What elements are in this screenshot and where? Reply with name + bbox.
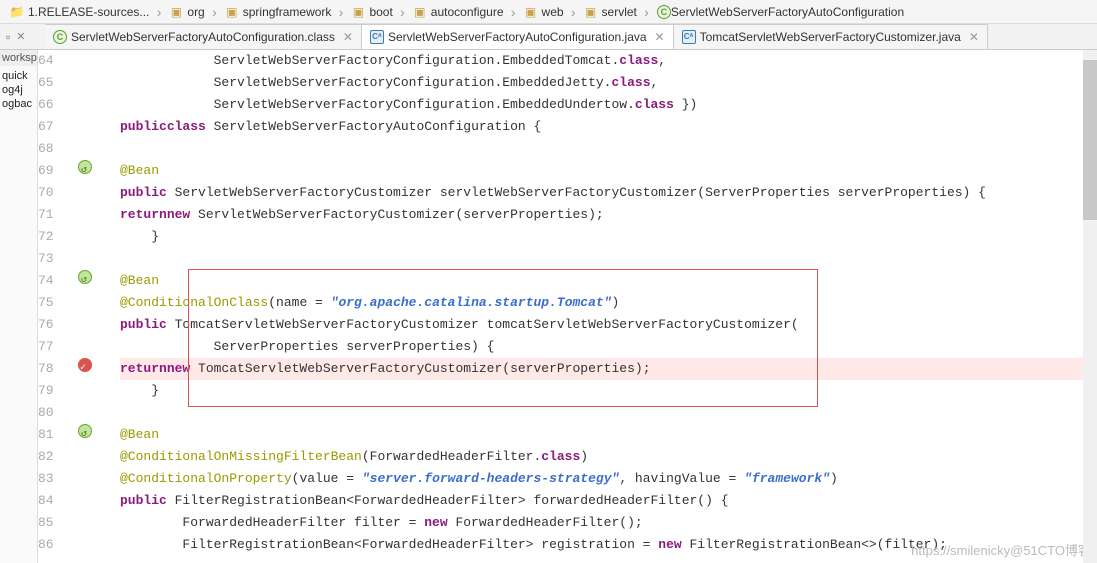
editor-tabs: C ServletWebServerFactoryAutoConfiguratio…: [45, 24, 988, 49]
breadcrumb-item[interactable]: ▣ boot: [345, 3, 406, 21]
breadcrumb-item[interactable]: ▣ springframework: [219, 3, 346, 21]
code-line[interactable]: ServletWebServerFactoryConfiguration.Emb…: [120, 50, 1097, 72]
code-line[interactable]: public FilterRegistrationBean<ForwardedH…: [120, 490, 1097, 512]
code-line[interactable]: public TomcatServletWebServerFactoryCust…: [120, 314, 1097, 336]
watermark-text: https://smilenicky@51CTO博客: [911, 540, 1091, 559]
editor-tab[interactable]: Cᴬ ServletWebServerFactoryAutoConfigurati…: [362, 24, 674, 49]
breadcrumb-label: ServletWebServerFactoryAutoConfiguration: [671, 5, 904, 19]
folder-icon: 📁: [10, 5, 24, 19]
code-line[interactable]: ServletWebServerFactoryConfiguration.Emb…: [120, 94, 1097, 116]
breadcrumb-item[interactable]: 📁 1.RELEASE-sources...: [4, 3, 163, 21]
class-icon: C: [53, 30, 67, 44]
scroll-thumb[interactable]: [1083, 60, 1097, 220]
package-icon: ▣: [351, 5, 365, 19]
breadcrumb-item[interactable]: ▣ web: [518, 3, 578, 21]
breadcrumb-label: autoconfigure: [431, 5, 504, 19]
code-line[interactable]: }: [120, 226, 1097, 248]
code-line[interactable]: }: [120, 380, 1097, 402]
sidebar-header: workspa: [0, 50, 37, 66]
code-line[interactable]: @ConditionalOnProperty(value = "server.f…: [120, 468, 1097, 490]
package-icon: ▣: [413, 5, 427, 19]
code-line[interactable]: ServletWebServerFactoryConfiguration.Emb…: [120, 72, 1097, 94]
code-column[interactable]: ServletWebServerFactoryConfiguration.Emb…: [120, 50, 1097, 563]
code-line[interactable]: [120, 248, 1097, 270]
breadcrumb-label: servlet: [602, 5, 637, 19]
gutter-markers: [72, 50, 120, 563]
code-line[interactable]: @Bean: [120, 270, 1097, 292]
gutter-line-numbers: 6465666768697071727374757677787980818283…: [38, 50, 72, 563]
code-line[interactable]: @ConditionalOnMissingFilterBean(Forwarde…: [120, 446, 1097, 468]
sidebar-item[interactable]: og4j: [2, 84, 35, 96]
package-icon: ▣: [524, 5, 538, 19]
close-tab-icon[interactable]: ✕: [655, 30, 665, 44]
tab-label: ServletWebServerFactoryAutoConfiguration…: [388, 30, 647, 44]
code-line[interactable]: @Bean: [120, 424, 1097, 446]
java-file-icon: Cᴬ: [370, 30, 384, 44]
main-area: workspa quick og4j ogbac 64656667686970717…: [0, 50, 1097, 563]
breadcrumb-label: web: [542, 5, 564, 19]
editor-tabs-row: ▫ ✕ C ServletWebServerFactoryAutoConfigur…: [0, 24, 1097, 50]
class-icon: C: [657, 5, 671, 19]
error-marker-icon[interactable]: [78, 358, 92, 372]
java-file-icon: Cᴬ: [682, 30, 696, 44]
code-line[interactable]: [120, 402, 1097, 424]
editor-tab[interactable]: Cᴬ TomcatServletWebServerFactoryCustomize…: [674, 24, 988, 49]
project-sidebar[interactable]: workspa quick og4j ogbac: [0, 50, 38, 563]
code-line[interactable]: return new TomcatServletWebServerFactory…: [120, 358, 1097, 380]
breadcrumb-item[interactable]: ▣ org: [163, 3, 218, 21]
package-icon: ▣: [584, 5, 598, 19]
code-editor[interactable]: 6465666768697071727374757677787980818283…: [38, 50, 1097, 563]
sidebar-items: quick og4j ogbac: [0, 66, 37, 114]
sidebar-item[interactable]: quick: [2, 70, 35, 82]
code-line[interactable]: [120, 138, 1097, 160]
package-icon: ▣: [169, 5, 183, 19]
code-line[interactable]: @Bean: [120, 160, 1097, 182]
tab-label: ServletWebServerFactoryAutoConfiguration…: [71, 30, 335, 44]
pin-icon[interactable]: ▫: [6, 30, 10, 44]
code-line[interactable]: ServerProperties serverProperties) {: [120, 336, 1097, 358]
bean-marker-icon[interactable]: [78, 424, 92, 438]
breadcrumb-label: 1.RELEASE-sources...: [28, 5, 149, 19]
code-line[interactable]: @ConditionalOnClass(name = "org.apache.c…: [120, 292, 1097, 314]
code-line[interactable]: public ServletWebServerFactoryCustomizer…: [120, 182, 1097, 204]
vertical-scrollbar[interactable]: [1083, 50, 1097, 563]
breadcrumb-label: org: [187, 5, 204, 19]
close-tab-icon[interactable]: ✕: [343, 30, 353, 44]
breadcrumb-item[interactable]: ▣ autoconfigure: [407, 3, 518, 21]
breadcrumb-item[interactable]: ▣ servlet: [578, 3, 651, 21]
close-tab-icon[interactable]: ✕: [969, 30, 979, 44]
breadcrumb-label: springframework: [243, 5, 332, 19]
sidebar-item[interactable]: ogbac: [2, 98, 35, 110]
editor-tab[interactable]: C ServletWebServerFactoryAutoConfiguratio…: [45, 24, 362, 49]
bean-marker-icon[interactable]: [78, 160, 92, 174]
bean-marker-icon[interactable]: [78, 270, 92, 284]
tab-controls-left: ▫ ✕: [0, 24, 45, 49]
breadcrumb-bar: 📁 1.RELEASE-sources... ▣ org ▣ springframewor…: [0, 0, 1097, 24]
breadcrumb-item[interactable]: CServletWebServerFactoryAutoConfiguratio…: [651, 3, 918, 21]
code-line[interactable]: ForwardedHeaderFilter filter = new Forwa…: [120, 512, 1097, 534]
tab-label: TomcatServletWebServerFactoryCustomizer.…: [700, 30, 961, 44]
close-icon[interactable]: ✕: [16, 30, 25, 43]
breadcrumb-label: boot: [369, 5, 392, 19]
code-line[interactable]: return new ServletWebServerFactoryCustom…: [120, 204, 1097, 226]
code-line[interactable]: public class ServletWebServerFactoryAuto…: [120, 116, 1097, 138]
package-icon: ▣: [225, 5, 239, 19]
